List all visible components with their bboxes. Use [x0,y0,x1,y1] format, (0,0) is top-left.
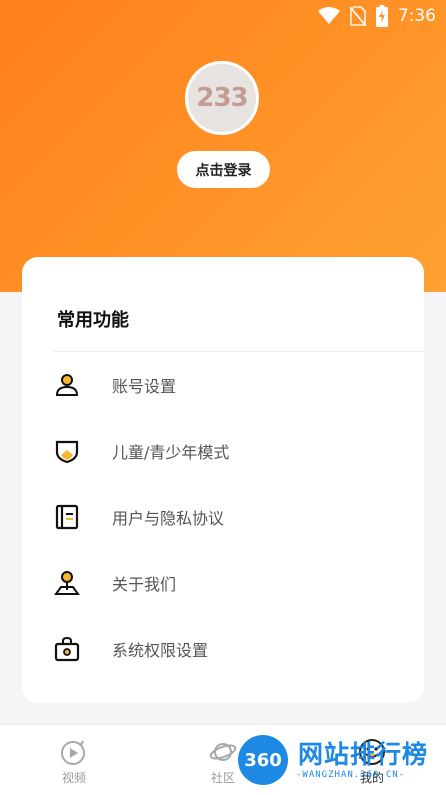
shield-icon [54,438,80,464]
watermark-subtitle: -WANGZHAN.360.CN- [296,770,406,780]
battery-charging-icon [375,5,388,27]
avatar-logo-text: 233 [196,83,248,113]
menu-item-privacy-agreement[interactable]: 用户与隐私协议 [22,487,424,547]
menu-item-permission-settings[interactable]: 系统权限设置 [22,619,424,679]
wifi-icon [317,7,340,25]
menu-item-label: 用户与隐私协议 [112,509,225,528]
nav-item-video[interactable]: 视频 [34,725,114,795]
profile-header: 7:36 233 点击登录 [0,0,446,292]
menu-item-account-settings[interactable]: 账号设置 [22,355,424,415]
watermark-badge: 360 [238,735,288,785]
nav-label: 视频 [61,771,86,785]
menu-item-label: 账号设置 [112,377,177,396]
watermark-logo: 360 网站排行榜 -WANGZHAN.360.CN- [236,733,441,789]
no-sim-icon [349,6,366,26]
video-play-icon [59,737,89,767]
menu-item-child-mode[interactable]: 儿童/青少年模式 [22,421,424,481]
watermark-title: 网站排行榜 [298,740,429,769]
divider [53,351,424,352]
planet-icon [208,737,238,767]
location-person-icon [54,570,80,596]
status-bar: 7:36 [0,0,446,32]
lock-bag-icon [54,636,80,662]
document-icon [54,504,80,530]
nav-label: 社区 [210,771,235,785]
login-button[interactable]: 点击登录 [177,151,270,188]
avatar[interactable]: 233 [185,61,259,135]
menu-item-about-us[interactable]: 关于我们 [22,553,424,613]
features-title: 常用功能 [57,310,129,331]
features-card: 常用功能 账号设置 儿童/青少年模式 用户与隐私协议 关于我们 系统权限设置 [22,257,424,703]
user-icon [54,372,80,398]
menu-item-label: 系统权限设置 [112,641,209,660]
menu-item-label: 关于我们 [112,575,177,594]
menu-item-label: 儿童/青少年模式 [112,443,230,462]
status-time: 7:36 [397,6,436,26]
